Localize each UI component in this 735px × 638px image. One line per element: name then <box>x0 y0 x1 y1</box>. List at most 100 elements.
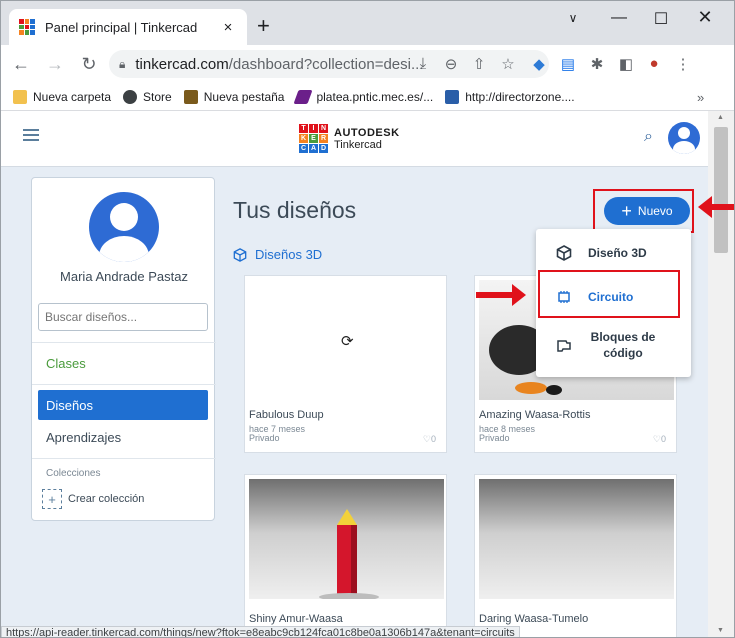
newtab-icon <box>183 89 198 104</box>
reload-icon[interactable]: ↻ <box>75 54 103 75</box>
bookmark-store[interactable]: Store <box>123 89 172 104</box>
bookmark-nueva-pestana[interactable]: Nueva pestaña <box>183 89 284 104</box>
loading-icon: ⟳ <box>341 333 354 350</box>
like-count[interactable]: ♡0 <box>423 434 436 445</box>
divider <box>32 384 216 385</box>
profile-sidebar: Maria Andrade Pastaz Clases Diseños Apre… <box>31 177 216 521</box>
scroll-down-icon[interactable]: ▼ <box>717 627 724 634</box>
section-disenos-3d[interactable]: Diseños 3D <box>233 247 322 262</box>
logo-letter: T <box>299 124 308 133</box>
search-designs-input[interactable] <box>38 303 208 331</box>
highlight-circuito-box <box>538 270 680 318</box>
docs-extension-icon[interactable]: ▤ <box>558 55 578 73</box>
minimize-icon[interactable]: — <box>599 9 639 27</box>
brand-tinkercad: Tinkercad <box>334 138 382 151</box>
design-title[interactable]: Shiny Amur-Waasa <box>249 613 343 625</box>
zoom-icon[interactable]: ⊖ <box>441 55 461 73</box>
design-card[interactable]: ⟳ Fabulous Duup hace 7 meses Privado ♡0 <box>244 275 447 453</box>
profile-icon[interactable]: ● <box>644 55 664 72</box>
nuevo-button[interactable]: + Nuevo <box>604 197 690 225</box>
menu-item-bloques-codigo[interactable]: Bloques de código <box>536 327 691 363</box>
side-panel-icon[interactable]: ◧ <box>616 55 636 73</box>
arrow-shaft <box>476 292 514 298</box>
create-collection-label: Crear colección <box>68 493 145 505</box>
user-name: Maria Andrade Pastaz <box>60 269 188 284</box>
menu-label: código <box>603 346 643 360</box>
extension-icon[interactable]: ◆ <box>529 55 549 73</box>
bookmarks-more-icon[interactable]: » <box>697 90 704 105</box>
design-thumbnail[interactable]: ⟳ <box>249 280 444 400</box>
browser-window: Panel principal | Tinkercad × + ∨ — ☐ ✕ … <box>0 0 735 638</box>
url-text: tinkercad.com/dashboard?collection=desi.… <box>135 56 423 73</box>
design-thumbnail[interactable] <box>249 479 444 601</box>
forward-icon[interactable]: → <box>41 54 69 75</box>
user-avatar[interactable] <box>668 122 700 154</box>
design-privacy: Privado <box>479 433 510 443</box>
design-title[interactable]: Fabulous Duup <box>249 409 324 421</box>
divider <box>32 342 216 343</box>
like-count[interactable]: ♡0 <box>653 434 666 445</box>
design-card[interactable]: Daring Waasa-Tumelo <box>474 474 677 637</box>
bookmark-label: http://directorzone.... <box>465 89 575 104</box>
menu-item-diseno-3d[interactable]: Diseño 3D <box>536 243 691 263</box>
platea-icon <box>293 89 314 104</box>
tinkercad-logo-grid: T I N K E R C A D <box>299 124 328 153</box>
new-tab-button[interactable]: + <box>257 15 270 37</box>
tinkercad-logo[interactable]: T I N K E R C A D AUTODESK Tinkercad <box>299 124 400 153</box>
plus-icon: + <box>621 201 632 221</box>
search-icon[interactable]: ⌕ <box>644 128 653 146</box>
bookmark-star-icon[interactable]: ☆ <box>498 55 518 73</box>
menu-kebab-icon[interactable]: ⋮ <box>673 55 693 73</box>
nuevo-button-label: Nuevo <box>637 204 673 218</box>
design-title[interactable]: Daring Waasa-Tumelo <box>479 613 588 625</box>
logo-letter: D <box>319 144 328 153</box>
sidebar-item-disenos[interactable]: Diseños <box>38 390 208 420</box>
maximize-icon[interactable]: ☐ <box>641 9 681 29</box>
back-icon[interactable]: ← <box>7 54 35 75</box>
logo-letter: C <box>299 144 308 153</box>
design-thumbnail[interactable] <box>479 479 674 599</box>
bookmark-label: platea.pntic.mec.es/... <box>316 89 434 104</box>
hamburger-menu-icon[interactable] <box>23 129 39 141</box>
menu-label: Diseño 3D <box>588 246 647 260</box>
design-title[interactable]: Amazing Waasa-Rottis <box>479 409 590 421</box>
install-icon[interactable]: ⤓ <box>413 55 433 72</box>
sidebar-item-aprendizajes[interactable]: Aprendizajes <box>38 422 208 452</box>
app-header: T I N K E R C A D AUTODESK Tinkercad ⌕ <box>1 111 708 167</box>
bookmark-directorzone[interactable]: http://directorzone.... <box>445 89 575 104</box>
tab-tinkercad[interactable]: Panel principal | Tinkercad × <box>9 9 247 45</box>
tinkercad-favicon <box>19 19 35 35</box>
tab-close-icon[interactable]: × <box>219 19 237 36</box>
scroll-up-icon[interactable]: ▲ <box>717 114 724 121</box>
highlight-arrow-nuevo <box>698 196 734 218</box>
bookmark-nueva-carpeta[interactable]: Nueva carpeta <box>13 89 112 104</box>
bookmark-platea[interactable]: platea.pntic.mec.es/... <box>293 89 434 104</box>
url-host: tinkercad.com <box>135 55 229 73</box>
share-icon[interactable]: ⇧ <box>469 55 489 73</box>
design-card[interactable]: Shiny Amur-Waasa <box>244 474 447 637</box>
highlight-arrow-circuito <box>476 284 526 306</box>
folder-icon <box>13 89 27 104</box>
arrow-shaft <box>710 204 734 210</box>
cube-icon <box>556 245 572 261</box>
scrollbar-thumb[interactable] <box>714 127 728 253</box>
cube-icon <box>233 247 247 262</box>
browser-toolbar: ← → ↻ 🔒︎ tinkercad.com/dashboard?collect… <box>1 45 734 83</box>
menu-label-block: Bloques de código <box>588 329 658 361</box>
tab-search-icon[interactable]: ∨ <box>553 11 593 25</box>
page-scrollbar[interactable]: ▲ ▼ <box>708 111 734 637</box>
collections-heading: Colecciones <box>46 468 101 479</box>
extensions-puzzle-icon[interactable]: ✱ <box>587 55 607 73</box>
logo-letter: A <box>309 144 318 153</box>
dz-icon <box>445 89 460 104</box>
code-blocks-icon <box>557 340 571 352</box>
sidebar-item-clases[interactable]: Clases <box>38 348 208 378</box>
page-title: Tus diseños <box>233 197 357 223</box>
close-window-icon[interactable]: ✕ <box>685 7 725 28</box>
design-meta: hace 7 meses Privado <box>249 425 305 443</box>
tab-title: Panel principal | Tinkercad <box>45 19 198 35</box>
section-label: Diseños 3D <box>255 247 323 262</box>
divider <box>32 458 216 459</box>
bookmark-label: Nueva carpeta <box>33 89 112 104</box>
create-collection-button[interactable]: + Crear colección <box>42 489 144 509</box>
